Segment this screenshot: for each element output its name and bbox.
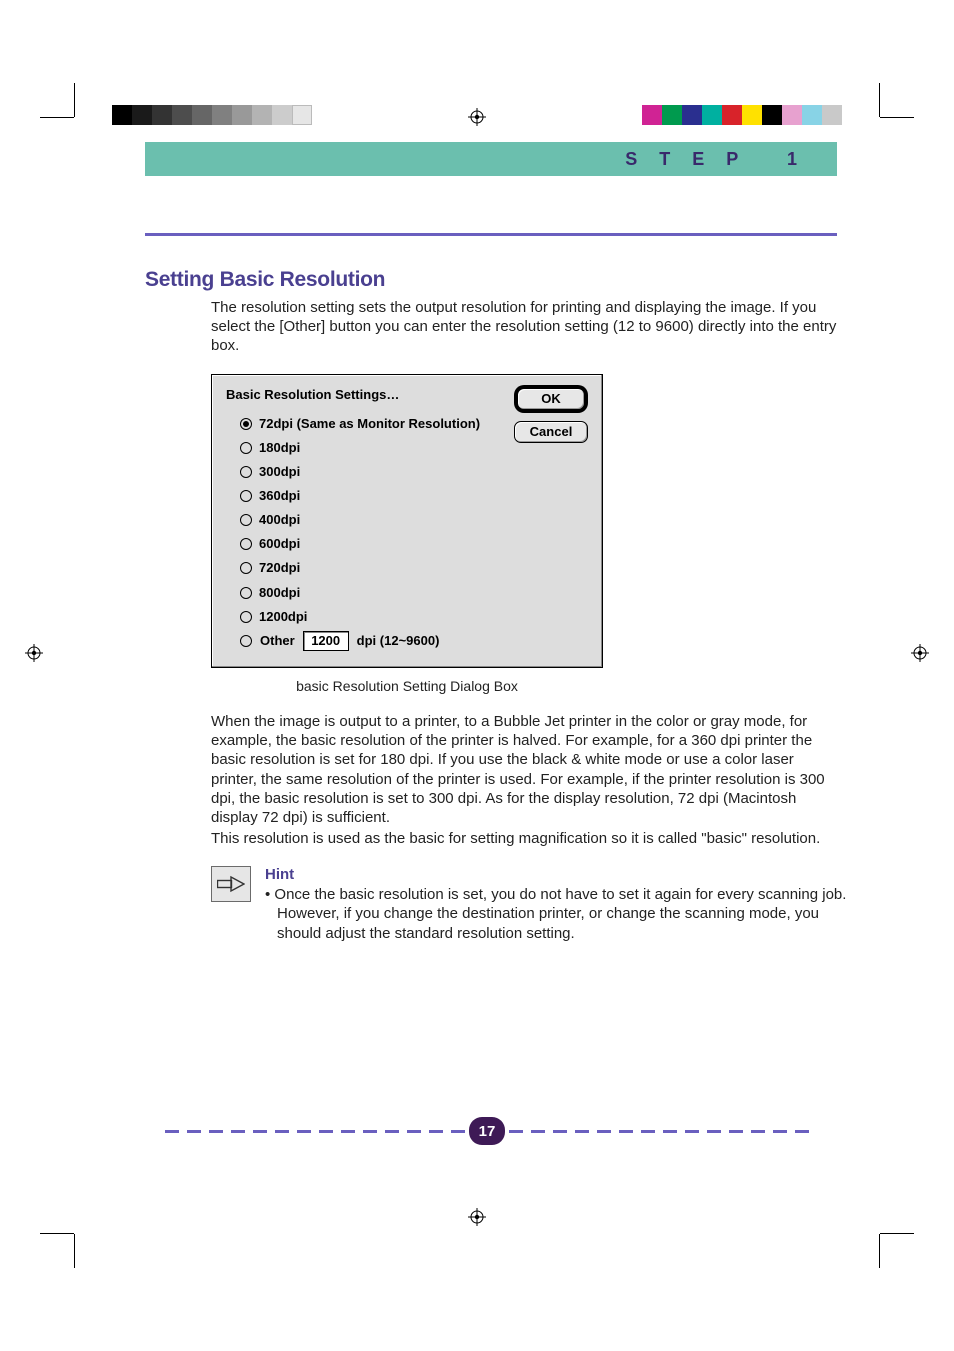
other-suffix: dpi (12~9600): [357, 631, 440, 651]
resolution-option[interactable]: 1200dpi: [240, 607, 588, 627]
resolution-option-label: 1200dpi: [259, 607, 307, 627]
other-label: Other: [260, 631, 295, 651]
body-paragraph: This resolution is used as the basic for…: [211, 829, 837, 848]
intro-paragraph: The resolution setting sets the output r…: [211, 298, 837, 356]
page-number: 17: [479, 1123, 496, 1140]
hint-block: Hint • Once the basic resolution is set,…: [211, 866, 851, 943]
ok-button-label: OK: [541, 391, 561, 406]
grayscale-strip-top: [112, 105, 312, 125]
basic-resolution-dialog: Basic Resolution Settings… OK Cancel 72d…: [211, 374, 603, 668]
step-header-bar: STEP 1: [145, 142, 837, 176]
resolution-option-label: 600dpi: [259, 534, 300, 554]
resolution-option-label: 180dpi: [259, 438, 300, 458]
registration-mark-bottom: [468, 1208, 486, 1226]
resolution-option[interactable]: 360dpi: [240, 486, 588, 506]
section-heading: Setting Basic Resolution: [145, 268, 837, 292]
step-label: STEP 1: [625, 149, 819, 170]
radio-icon: [240, 611, 252, 623]
resolution-option-label: 360dpi: [259, 486, 300, 506]
page-footer: 17: [145, 1117, 837, 1145]
resolution-option-other[interactable]: Other 1200 dpi (12~9600): [240, 631, 588, 651]
radio-icon: [240, 562, 252, 574]
registration-mark-left: [25, 644, 43, 662]
header-divider: [145, 233, 837, 236]
page-number-badge: 17: [469, 1117, 505, 1145]
resolution-option-label: 72dpi (Same as Monitor Resolution): [259, 414, 480, 434]
resolution-option[interactable]: 720dpi: [240, 558, 588, 578]
radio-icon: [240, 442, 252, 454]
other-value-input[interactable]: 1200: [303, 631, 349, 651]
radio-icon: [240, 466, 252, 478]
resolution-option[interactable]: 400dpi: [240, 510, 588, 530]
ok-button[interactable]: OK: [517, 388, 585, 410]
dialog-caption: basic Resolution Setting Dialog Box: [211, 678, 603, 694]
resolution-option[interactable]: 800dpi: [240, 583, 588, 603]
hint-arrow-icon: [211, 866, 251, 902]
hint-text: • Once the basic resolution is set, you …: [265, 885, 851, 943]
hint-heading: Hint: [265, 866, 851, 883]
radio-icon: [240, 538, 252, 550]
resolution-option[interactable]: 300dpi: [240, 462, 588, 482]
radio-icon: [240, 490, 252, 502]
registration-mark-right: [911, 644, 929, 662]
radio-icon: [240, 587, 252, 599]
radio-icon: [240, 418, 252, 430]
registration-mark-top: [468, 108, 486, 126]
radio-icon: [240, 514, 252, 526]
resolution-option-label: 720dpi: [259, 558, 300, 578]
color-strip-top: [642, 105, 842, 125]
resolution-option-label: 400dpi: [259, 510, 300, 530]
resolution-option-label: 300dpi: [259, 462, 300, 482]
resolution-option[interactable]: 600dpi: [240, 534, 588, 554]
radio-icon: [240, 635, 252, 647]
cancel-button-label: Cancel: [530, 424, 573, 439]
body-paragraph: When the image is output to a printer, t…: [211, 712, 837, 827]
cancel-button[interactable]: Cancel: [514, 421, 588, 443]
resolution-option-label: 800dpi: [259, 583, 300, 603]
